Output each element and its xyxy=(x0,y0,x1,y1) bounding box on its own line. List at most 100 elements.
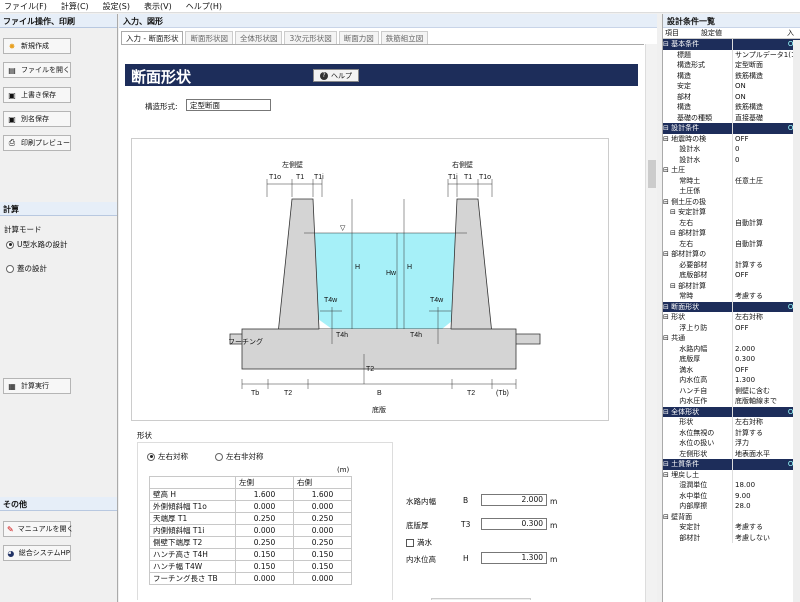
water-level-input[interactable]: 1.300 xyxy=(481,552,547,564)
radio-lid[interactable]: 蓋の設計 xyxy=(6,263,47,274)
condition-row[interactable]: 安定 ON xyxy=(663,81,800,92)
right-t1o: T1o xyxy=(479,174,491,181)
condition-category[interactable]: ⊟ 基本条件OK xyxy=(663,39,800,50)
condition-category[interactable]: ⊟ 断面形状OK xyxy=(663,301,800,312)
tab-3d-figure[interactable]: 3次元形状図 xyxy=(284,31,337,44)
condition-row[interactable]: 土圧係 xyxy=(663,186,800,197)
radio-u-channel[interactable]: U型水路の設計 xyxy=(6,239,68,250)
condition-row[interactable]: 基礎の種類 直接基礎 xyxy=(663,112,800,123)
condition-row[interactable]: ⊟ 側土圧の扱 xyxy=(663,196,800,207)
open-file-button[interactable]: ▤ ファイルを開く xyxy=(3,62,71,78)
condition-value: 0.300 xyxy=(735,355,756,363)
structure-field[interactable]: 定型断面 xyxy=(186,99,271,111)
condition-row[interactable]: 常時土 任意土圧 xyxy=(663,175,800,186)
condition-row[interactable]: 湿潤単位 18.00 xyxy=(663,480,800,491)
condition-row[interactable]: ハンチ自 側壁に含む xyxy=(663,385,800,396)
print-preview-button[interactable]: ⎙ 印刷プレビュー xyxy=(3,135,71,151)
condition-value: 考慮する xyxy=(735,523,763,531)
condition-row[interactable]: 左右 自動計算 xyxy=(663,217,800,228)
condition-key: ⊟ 安定計算 xyxy=(663,207,733,218)
condition-row[interactable]: 満水 OFF xyxy=(663,364,800,375)
condition-category[interactable]: ⊟ 土質条件OK xyxy=(663,459,800,470)
tab-overall-figure[interactable]: 全体形状図 xyxy=(234,31,283,44)
condition-row[interactable]: 部材計 考慮しない xyxy=(663,532,800,543)
water-level-symbol: H xyxy=(463,554,469,563)
tab-force-figure[interactable]: 断面力図 xyxy=(338,31,379,44)
condition-row[interactable]: 水路内幅 2.000 xyxy=(663,343,800,354)
bottom-thickness-input[interactable]: 0.300 xyxy=(481,518,547,530)
condition-row[interactable]: 底版厚 0.300 xyxy=(663,354,800,365)
condition-row[interactable]: 構造 鉄筋構造 xyxy=(663,102,800,113)
menu-view[interactable]: 表示(V) xyxy=(144,1,172,12)
condition-row[interactable]: 左右 自動計算 xyxy=(663,238,800,249)
condition-row[interactable]: ⊟ 部材計算 xyxy=(663,228,800,239)
new-file-button[interactable]: ✸ 新規作成 xyxy=(3,38,71,54)
condition-key: 形状 xyxy=(663,417,733,428)
grid-row: 内側傾斜幅 T1i 0.000 0.000 xyxy=(149,524,352,537)
main-panel: 入力、図形 入力 - 断面形状 断面形状図 全体形状図 3次元形状図 断面力図 … xyxy=(119,14,657,602)
condition-row[interactable]: 内水位高 1.300 xyxy=(663,375,800,386)
condition-row[interactable]: 形状 左右対称 xyxy=(663,417,800,428)
condition-row[interactable]: 設計水 0 xyxy=(663,144,800,155)
condition-row[interactable]: 標題 サンプルデータ1(1 xyxy=(663,49,800,60)
condition-category[interactable]: ⊟ 全体形状OK xyxy=(663,406,800,417)
menu-calc[interactable]: 計算(C) xyxy=(61,1,89,12)
condition-row[interactable]: ⊟ 壁背面 xyxy=(663,511,800,522)
condition-row[interactable]: ⊟ 安定計算 xyxy=(663,207,800,218)
condition-row[interactable]: 安定計 考慮する xyxy=(663,522,800,533)
shape-input-area: 形状 左右対称 左右非対称 (m) 左側 右側 壁高 H 1.600 1.600 外… xyxy=(131,428,631,600)
radio-symmetric[interactable]: 左右対称 xyxy=(147,451,188,462)
tab-rebar-figure[interactable]: 鉄筋組立図 xyxy=(380,31,429,44)
condition-row[interactable]: ⊟ 地震時の検 OFF xyxy=(663,133,800,144)
condition-row[interactable]: ⊟ 形状 左右対称 xyxy=(663,312,800,323)
condition-row[interactable]: 構造形式 定型断面 xyxy=(663,60,800,71)
help-button[interactable]: ? ヘルプ xyxy=(313,69,359,82)
scroll-thumb[interactable] xyxy=(648,160,656,188)
overwrite-save-button[interactable]: ▣ 上書き保存 xyxy=(3,87,71,103)
condition-key: 基礎の種類 xyxy=(663,112,733,123)
left-h-label: H xyxy=(355,264,360,271)
main-scrollbar[interactable] xyxy=(645,44,657,602)
menu-file[interactable]: ファイル(F) xyxy=(4,1,47,12)
condition-row[interactable]: 常時 考慮する xyxy=(663,291,800,302)
condition-value: 2.000 xyxy=(735,344,756,353)
tab-section-figure[interactable]: 断面形状図 xyxy=(185,31,233,44)
conditions-scrollbar[interactable] xyxy=(793,40,800,602)
condition-row[interactable]: 左側形状 地表面水平 xyxy=(663,448,800,459)
condition-row[interactable]: 水中単位 9.00 xyxy=(663,490,800,501)
bottom-button-partial[interactable] xyxy=(431,598,531,600)
condition-row[interactable]: ⊟ 部材計算 xyxy=(663,280,800,291)
condition-row[interactable]: 水位無視の 計算する xyxy=(663,427,800,438)
condition-row[interactable]: 底版部材 OFF xyxy=(663,270,800,281)
open-manual-button[interactable]: ✎ マニュアルを開く xyxy=(3,521,74,537)
condition-row[interactable]: 内水圧作 底版軸線まで xyxy=(663,396,800,407)
left-t1: T1 xyxy=(296,174,304,181)
condition-row[interactable]: 構造 鉄筋構造 xyxy=(663,70,800,81)
inner-width-input[interactable]: 2.000 xyxy=(481,494,547,506)
radio-asymmetric[interactable]: 左右非対称 xyxy=(215,451,264,462)
save-as-button[interactable]: ▣ 別名保存 xyxy=(3,111,71,127)
condition-row[interactable]: 必要部材 計算する xyxy=(663,259,800,270)
input-content: 断面形状 ? ヘルプ 構造形式: 定型断面 ▽ 左側壁 右側壁 T1o T1 T… xyxy=(121,44,644,600)
condition-row[interactable]: 水位の扱い 浮力 xyxy=(663,438,800,449)
condition-row[interactable]: ⊟ 部材計算の xyxy=(663,249,800,260)
condition-row[interactable]: 部材 ON xyxy=(663,91,800,102)
condition-row[interactable]: 浮上り防 OFF xyxy=(663,322,800,333)
condition-row[interactable]: 内部摩擦 28.0 xyxy=(663,501,800,512)
main-header: 入力、図形 xyxy=(119,14,657,28)
pdf-icon: ✎ xyxy=(7,524,14,534)
radio-dot xyxy=(215,452,223,461)
inner-width-unit: m xyxy=(550,497,558,506)
condition-row[interactable]: ⊟ 埋戻し土 xyxy=(663,469,800,480)
condition-row[interactable]: 設計水 0 xyxy=(663,154,800,165)
condition-row[interactable]: ⊟ 共通 xyxy=(663,333,800,344)
menu-settings[interactable]: 設定(S) xyxy=(103,1,130,12)
calc-run-button[interactable]: ▦ 計算実行 xyxy=(3,378,71,394)
system-homepage-button[interactable]: ◕ 総合システムHP xyxy=(3,545,71,561)
menu-help[interactable]: ヘルプ(H) xyxy=(186,1,222,12)
condition-row[interactable]: ⊟ 土圧 xyxy=(663,165,800,176)
condition-category[interactable]: ⊟ 設計条件OK xyxy=(663,123,800,134)
full-water-checkbox[interactable]: 満水 xyxy=(406,537,432,548)
tab-input-section[interactable]: 入力 - 断面形状 xyxy=(121,31,184,44)
radio-dot-selected xyxy=(147,452,155,461)
